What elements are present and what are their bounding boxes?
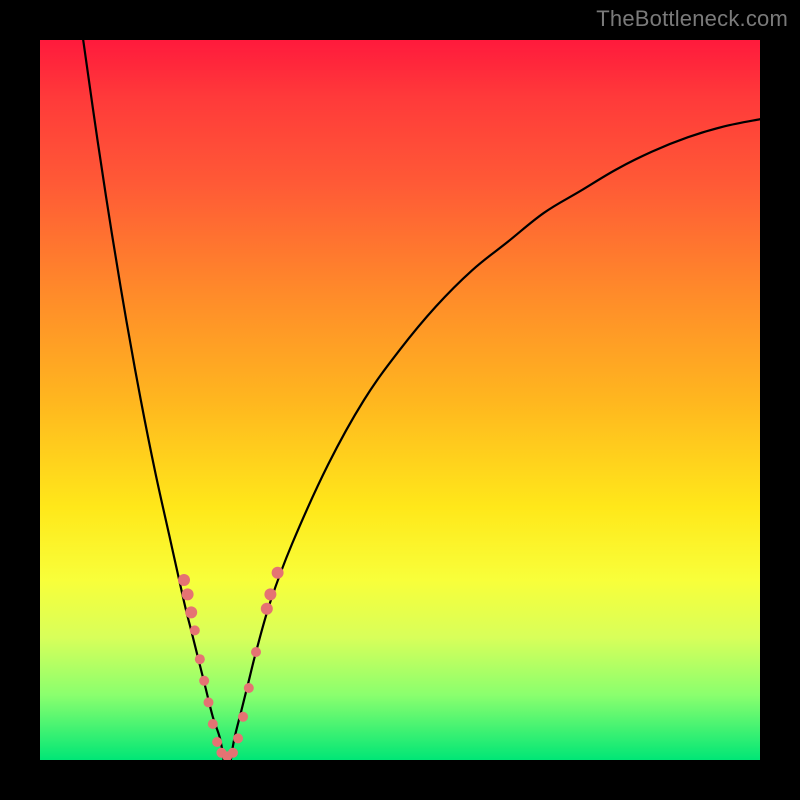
marker-dot	[264, 588, 276, 600]
curve-left-branch	[83, 40, 223, 760]
plot-svg	[40, 40, 760, 760]
marker-dot	[251, 647, 261, 657]
marker-dot	[261, 603, 273, 615]
marker-dot	[212, 737, 222, 747]
marker-dot	[228, 748, 238, 758]
curve-right-branch	[231, 119, 760, 760]
marker-dot	[190, 625, 200, 635]
watermark-text: TheBottleneck.com	[596, 6, 788, 32]
chart-frame: TheBottleneck.com	[0, 0, 800, 800]
marker-dot	[178, 574, 190, 586]
marker-dot	[208, 719, 218, 729]
marker-dot	[182, 588, 194, 600]
plot-area	[40, 40, 760, 760]
marker-dot	[244, 683, 254, 693]
marker-dot	[233, 733, 243, 743]
marker-dot	[195, 654, 205, 664]
marker-dot	[199, 676, 209, 686]
marker-dot	[238, 712, 248, 722]
marker-dot	[185, 606, 197, 618]
marker-dot	[203, 697, 213, 707]
marker-dot	[272, 567, 284, 579]
